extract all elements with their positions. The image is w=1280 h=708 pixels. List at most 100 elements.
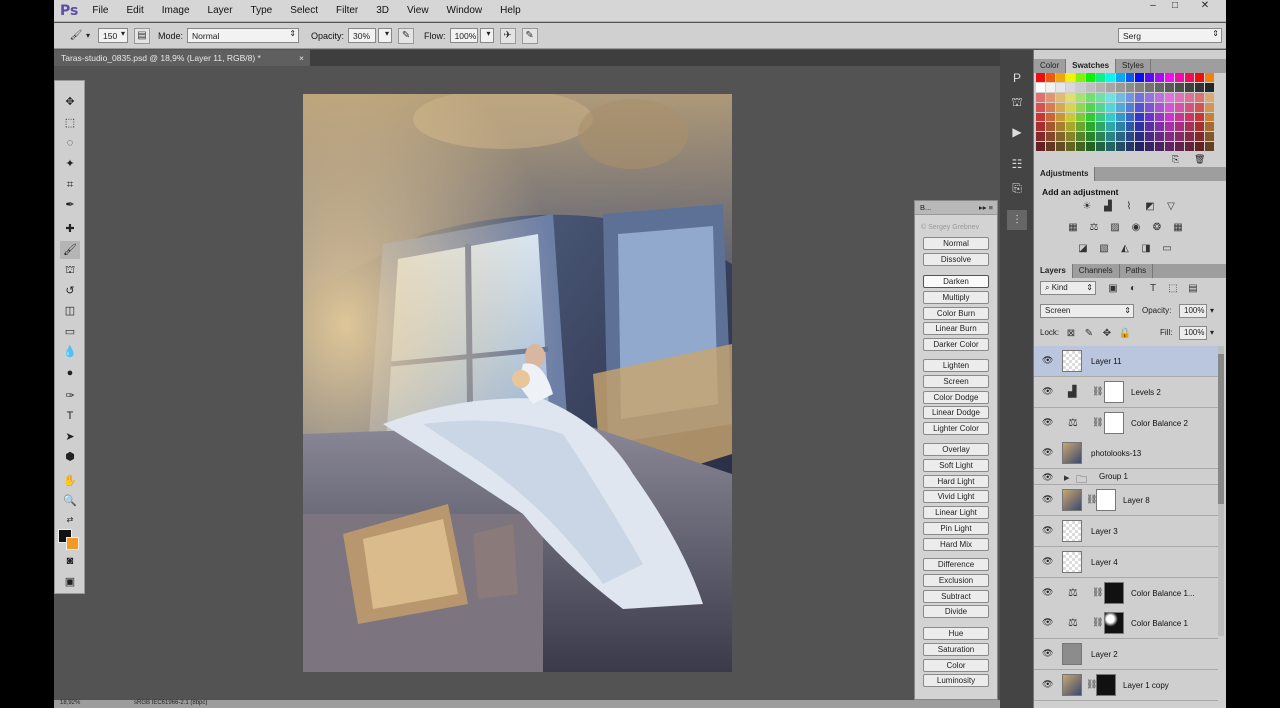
flow-dropdown[interactable]: ▾ <box>479 28 494 43</box>
swatch-cell[interactable] <box>1125 122 1135 132</box>
swatch-cell[interactable] <box>1145 122 1155 132</box>
filter-shape-icon[interactable]: ⬚ <box>1166 282 1180 295</box>
filter-type-icon[interactable]: T <box>1146 282 1160 295</box>
swatch-cell[interactable] <box>1165 132 1175 142</box>
blend-mode-button[interactable]: Luminosity <box>923 674 989 688</box>
swatch-cell[interactable] <box>1095 82 1105 92</box>
swatch-cell[interactable] <box>1195 142 1205 151</box>
swatch-cell[interactable] <box>1155 102 1165 112</box>
airbrush-icon[interactable]: ✈ <box>499 27 516 44</box>
swatch-cell[interactable] <box>1135 102 1145 112</box>
chevron-down-icon[interactable]: ▾ <box>1210 306 1214 315</box>
new-swatch-icon[interactable]: ⎘ <box>1172 154 1179 165</box>
blend-mode-button[interactable]: Saturation <box>923 642 989 656</box>
swatch-cell[interactable] <box>1115 112 1125 122</box>
gradient-map-icon[interactable]: ▭ <box>1160 242 1174 255</box>
close-window-button[interactable]: ✕ <box>1194 0 1216 14</box>
tab-swatches[interactable]: Swatches <box>1066 59 1117 73</box>
blend-mode-button[interactable]: Dissolve <box>923 252 989 266</box>
layer-row[interactable]: 👁 ▸ 🗀 Group 1 <box>1034 469 1218 486</box>
swatch-cell[interactable] <box>1085 142 1095 151</box>
brush-panel-toggle-icon[interactable]: ▤ <box>134 27 151 44</box>
swatch-cell[interactable] <box>1115 122 1125 132</box>
swatch-cell[interactable] <box>1095 132 1105 142</box>
swatch-cell[interactable] <box>1185 142 1195 151</box>
visibility-eye-icon[interactable]: 👁 <box>1042 648 1054 658</box>
swatch-cell[interactable] <box>1085 122 1095 132</box>
lock-transparency-icon[interactable]: ⊠ <box>1064 327 1078 340</box>
lock-position-icon[interactable]: ✥ <box>1100 327 1114 340</box>
blend-mode-button[interactable]: Hard Mix <box>923 537 989 551</box>
swatch-cell[interactable] <box>1045 122 1055 132</box>
shape-tool-icon[interactable]: ⬢ <box>60 448 80 466</box>
swatch-cell[interactable] <box>1185 122 1195 132</box>
swatch-cell[interactable] <box>1205 92 1214 102</box>
swatch-cell[interactable] <box>1075 102 1085 112</box>
crop-tool-icon[interactable]: ⌗ <box>60 176 80 194</box>
clone-source-panel-icon[interactable]: ⛫ <box>1007 92 1027 112</box>
swatch-cell[interactable] <box>1055 142 1065 151</box>
menu-image[interactable]: Image <box>162 5 190 16</box>
swatch-cell[interactable] <box>1145 112 1155 122</box>
tab-adjustments[interactable]: Adjustments <box>1034 167 1096 181</box>
quick-mask-icon[interactable]: ◙ <box>60 552 80 570</box>
swatch-cell[interactable] <box>1135 142 1145 151</box>
swatch-cell[interactable] <box>1055 82 1065 92</box>
swatch-cell[interactable] <box>1185 102 1195 112</box>
swatch-cell[interactable] <box>1036 92 1045 102</box>
swatch-cell[interactable] <box>1135 122 1145 132</box>
swatch-cell[interactable] <box>1095 73 1105 82</box>
lock-pixels-icon[interactable]: ✎ <box>1082 327 1096 340</box>
swatch-cell[interactable] <box>1075 82 1085 92</box>
opacity-input[interactable]: 30% <box>348 28 377 43</box>
minimize-button[interactable]: – <box>1142 0 1164 14</box>
menu-3d[interactable]: 3D <box>376 5 389 16</box>
menu-help[interactable]: Help <box>500 5 521 16</box>
swatch-cell[interactable] <box>1045 142 1055 151</box>
swatch-cell[interactable] <box>1036 82 1045 92</box>
posterize-icon[interactable]: ▧ <box>1097 242 1111 255</box>
swatch-cell[interactable] <box>1065 132 1075 142</box>
zoom-readout[interactable]: 18,92% <box>60 700 80 706</box>
layer-row[interactable]: 👁 Layer 4 <box>1034 546 1218 578</box>
swatch-cell[interactable] <box>1065 92 1075 102</box>
visibility-eye-icon[interactable]: 👁 <box>1042 472 1054 482</box>
swatch-cell[interactable] <box>1045 73 1055 82</box>
swatch-cell[interactable] <box>1055 73 1065 82</box>
blend-mode-button[interactable]: Screen <box>923 374 989 388</box>
swatch-cell[interactable] <box>1115 92 1125 102</box>
black-white-icon[interactable]: ▨ <box>1108 221 1122 234</box>
layer-row[interactable]: 👁 ⚖ ⛓ Color Balance 1... <box>1034 577 1218 609</box>
swatch-cell[interactable] <box>1085 82 1095 92</box>
tab-channels[interactable]: Channels <box>1073 264 1120 278</box>
blend-mode-button[interactable]: Lighten <box>923 359 989 372</box>
layer-row[interactable]: 👁 Layer 2 <box>1034 639 1218 671</box>
swatch-cell[interactable] <box>1185 112 1195 122</box>
layer-row[interactable]: 👁 photolooks-13 <box>1034 438 1218 470</box>
swatch-cell[interactable] <box>1155 82 1165 92</box>
layer-fill-input[interactable]: 100% <box>1179 326 1207 340</box>
swatch-cell[interactable] <box>1135 92 1145 102</box>
swatch-cell[interactable] <box>1065 142 1075 151</box>
swatch-cell[interactable] <box>1185 92 1195 102</box>
visibility-eye-icon[interactable]: 👁 <box>1042 617 1054 627</box>
swatch-cell[interactable] <box>1175 122 1185 132</box>
eraser-tool-icon[interactable]: ◫ <box>60 302 80 320</box>
visibility-eye-icon[interactable]: 👁 <box>1042 417 1054 427</box>
swatch-cell[interactable] <box>1045 132 1055 142</box>
blend-mode-button[interactable]: Divide <box>923 605 989 619</box>
flow-input[interactable]: 100% <box>449 28 478 43</box>
filter-pixel-icon[interactable]: ▣ <box>1106 282 1120 295</box>
layer-mask-thumbnail[interactable] <box>1096 674 1116 696</box>
tab-color[interactable]: Color <box>1034 59 1067 73</box>
swatch-cell[interactable] <box>1175 92 1185 102</box>
swatch-cell[interactable] <box>1085 102 1095 112</box>
swatch-cell[interactable] <box>1065 122 1075 132</box>
swatch-cell[interactable] <box>1155 132 1165 142</box>
swatch-cell[interactable] <box>1145 132 1155 142</box>
swatch-cell[interactable] <box>1185 132 1195 142</box>
paragraph-panel-icon[interactable]: P <box>1007 68 1027 88</box>
swatch-cell[interactable] <box>1045 82 1055 92</box>
swatch-cell[interactable] <box>1055 112 1065 122</box>
swatch-cell[interactable] <box>1085 92 1095 102</box>
